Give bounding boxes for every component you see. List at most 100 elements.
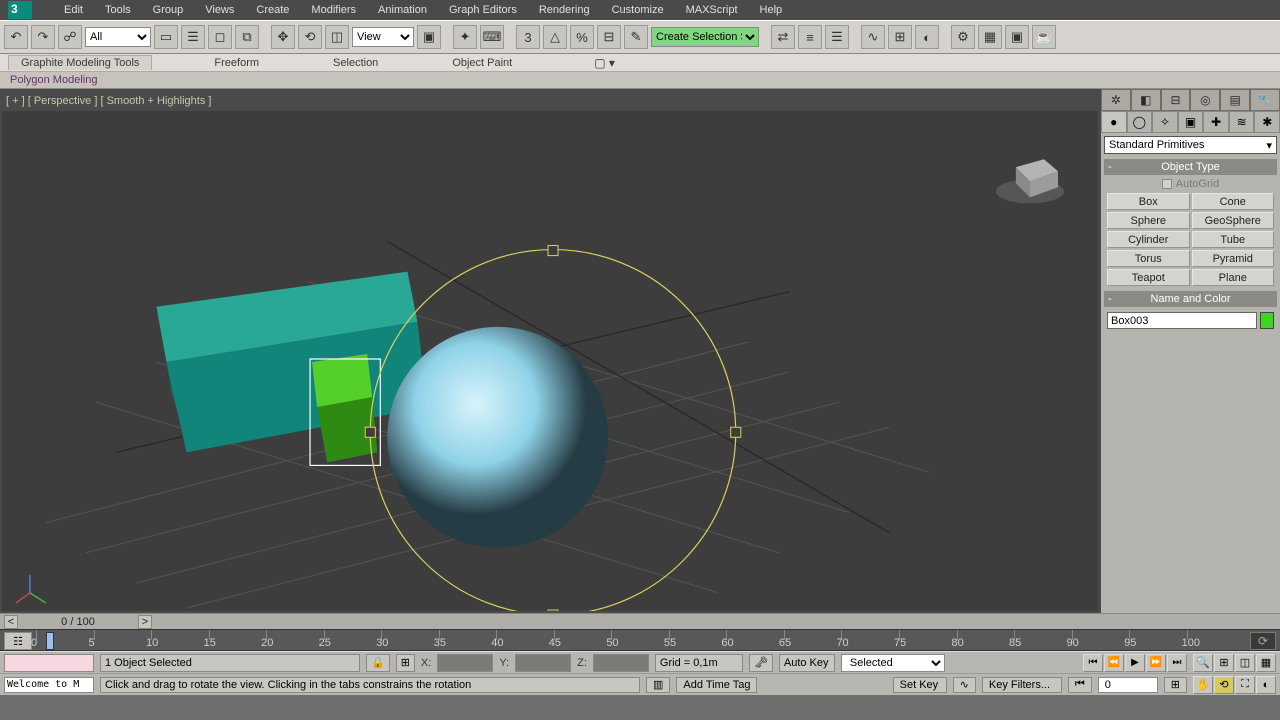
- render-setup-icon[interactable]: ⚙: [951, 25, 975, 49]
- menu-tools[interactable]: Tools: [105, 4, 131, 16]
- hierarchy-tab-icon[interactable]: ⊟: [1161, 89, 1191, 111]
- primitive-geosphere-button[interactable]: GeoSphere: [1192, 212, 1275, 229]
- render-frame-icon[interactable]: ▦: [978, 25, 1002, 49]
- edit-named-sel-icon[interactable]: ✎: [624, 25, 648, 49]
- render-prod-icon[interactable]: ▣: [1005, 25, 1029, 49]
- autokey-button[interactable]: Auto Key: [779, 654, 835, 672]
- select-object-icon[interactable]: ▭: [154, 25, 178, 49]
- select-region-icon[interactable]: ◻: [208, 25, 232, 49]
- keyboard-shortcut-icon[interactable]: ⌨: [480, 25, 504, 49]
- curve-editor-icon[interactable]: ∿: [861, 25, 885, 49]
- app-logo-icon[interactable]: [8, 1, 32, 19]
- display-tab-icon[interactable]: ▤: [1220, 89, 1250, 111]
- material-editor-icon[interactable]: ◐: [915, 25, 939, 49]
- setkey-button[interactable]: Set Key: [893, 677, 947, 693]
- manipulate-icon[interactable]: ✦: [453, 25, 477, 49]
- menu-maxscript[interactable]: MAXScript: [686, 4, 738, 16]
- tab-graphite-modeling[interactable]: Graphite Modeling Tools: [8, 55, 152, 70]
- mirror-icon[interactable]: ⇄: [771, 25, 795, 49]
- zoom-extents-all-icon[interactable]: ▦: [1256, 654, 1276, 672]
- menu-graph-editors[interactable]: Graph Editors: [449, 4, 517, 16]
- next-frame-icon[interactable]: ⏩: [1146, 654, 1166, 672]
- key-filters-button[interactable]: Key Filters...: [982, 677, 1062, 693]
- viewport-canvas[interactable]: [2, 111, 1098, 611]
- undo-icon[interactable]: ↶: [4, 25, 28, 49]
- primitive-cone-button[interactable]: Cone: [1192, 193, 1275, 210]
- primitive-plane-button[interactable]: Plane: [1192, 269, 1275, 286]
- zoom-icon[interactable]: 🔍: [1193, 654, 1213, 672]
- object-color-swatch[interactable]: [1260, 312, 1274, 329]
- lock-selection-icon[interactable]: 🔒: [366, 654, 390, 672]
- spinner-snap-icon[interactable]: ⊟: [597, 25, 621, 49]
- link-icon[interactable]: ☍: [58, 25, 82, 49]
- tab-object-paint[interactable]: Object Paint: [440, 56, 524, 70]
- tab-freeform[interactable]: Freeform: [202, 56, 271, 70]
- tab-selection[interactable]: Selection: [321, 56, 390, 70]
- goto-end-icon[interactable]: ⏭: [1167, 654, 1187, 672]
- menu-edit[interactable]: Edit: [64, 4, 83, 16]
- x-coord-input[interactable]: [437, 654, 493, 672]
- menu-animation[interactable]: Animation: [378, 4, 427, 16]
- key-mode-select[interactable]: Selected: [841, 654, 945, 672]
- spacewarps-subtab-icon[interactable]: ≋: [1229, 111, 1255, 133]
- timeline-ruler[interactable]: ☷ 05 1015 2025 3035 4045 5055 6065 7075 …: [0, 629, 1280, 651]
- lights-subtab-icon[interactable]: ✧: [1152, 111, 1178, 133]
- shapes-subtab-icon[interactable]: ◯: [1127, 111, 1153, 133]
- fov-icon[interactable]: ◐: [1256, 676, 1276, 694]
- pan-icon[interactable]: ✋: [1193, 676, 1213, 694]
- menu-rendering[interactable]: Rendering: [539, 4, 590, 16]
- ribbon-dropdown-icon[interactable]: ▢ ▾: [594, 56, 615, 70]
- menu-views[interactable]: Views: [205, 4, 234, 16]
- modify-tab-icon[interactable]: ◧: [1131, 89, 1161, 111]
- viewport-label[interactable]: [ + ] [ Perspective ] [ Smooth + Highlig…: [6, 95, 211, 107]
- category-dropdown[interactable]: Standard Primitives▾: [1104, 136, 1277, 154]
- schematic-view-icon[interactable]: ⊞: [888, 25, 912, 49]
- menu-group[interactable]: Group: [153, 4, 184, 16]
- menu-modifiers[interactable]: Modifiers: [311, 4, 356, 16]
- adaptive-degrade-icon[interactable]: 🗝: [749, 654, 773, 672]
- time-next-button[interactable]: >: [138, 615, 152, 629]
- motion-tab-icon[interactable]: ◎: [1190, 89, 1220, 111]
- z-coord-input[interactable]: [593, 654, 649, 672]
- y-coord-input[interactable]: [515, 654, 571, 672]
- named-selection-select[interactable]: Create Selection Se: [651, 27, 759, 47]
- object-type-rollout-header[interactable]: - Object Type: [1104, 159, 1277, 175]
- cameras-subtab-icon[interactable]: ▣: [1178, 111, 1204, 133]
- trackbar-toggle-icon[interactable]: ☷: [4, 632, 32, 650]
- prev-frame-icon[interactable]: ⏪: [1104, 654, 1124, 672]
- comm-center-icon[interactable]: ▥: [646, 677, 670, 693]
- time-config-button-icon[interactable]: ⊞: [1164, 677, 1187, 693]
- angle-snap-icon[interactable]: △: [543, 25, 567, 49]
- create-tab-icon[interactable]: ✲: [1101, 89, 1131, 111]
- prev-key-icon[interactable]: ⏮: [1068, 677, 1092, 693]
- selection-filter-select[interactable]: All: [85, 27, 151, 47]
- maxscript-mini-listener[interactable]: Welcome to M: [4, 677, 94, 693]
- menu-create[interactable]: Create: [256, 4, 289, 16]
- orbit-icon[interactable]: ⟲: [1214, 676, 1234, 694]
- primitive-tube-button[interactable]: Tube: [1192, 231, 1275, 248]
- primitive-torus-button[interactable]: Torus: [1107, 250, 1190, 267]
- viewport[interactable]: [ + ] [ Perspective ] [ Smooth + Highlig…: [0, 89, 1100, 613]
- redo-icon[interactable]: ↷: [31, 25, 55, 49]
- layers-icon[interactable]: ☰: [825, 25, 849, 49]
- add-time-tag-button[interactable]: Add Time Tag: [676, 677, 757, 693]
- menu-help[interactable]: Help: [760, 4, 783, 16]
- object-name-input[interactable]: [1107, 312, 1257, 329]
- polygon-modeling-label[interactable]: Polygon Modeling: [10, 74, 97, 86]
- current-frame-input[interactable]: 0: [1098, 677, 1158, 693]
- snap-toggle-icon[interactable]: 3: [516, 25, 540, 49]
- time-prev-button[interactable]: <: [4, 615, 18, 629]
- primitive-teapot-button[interactable]: Teapot: [1107, 269, 1190, 286]
- primitive-box-button[interactable]: Box: [1107, 193, 1190, 210]
- script-listener-mini[interactable]: [4, 654, 94, 672]
- window-crossing-icon[interactable]: ⧉: [235, 25, 259, 49]
- utilities-tab-icon[interactable]: 🔧: [1250, 89, 1280, 111]
- primitive-sphere-button[interactable]: Sphere: [1107, 212, 1190, 229]
- align-icon[interactable]: ≡: [798, 25, 822, 49]
- scale-icon[interactable]: ◫: [325, 25, 349, 49]
- move-icon[interactable]: ✥: [271, 25, 295, 49]
- autogrid-checkbox[interactable]: AutoGrid: [1107, 178, 1274, 190]
- primitive-pyramid-button[interactable]: Pyramid: [1192, 250, 1275, 267]
- zoom-all-icon[interactable]: ⊞: [1214, 654, 1234, 672]
- ref-coord-select[interactable]: View: [352, 27, 414, 47]
